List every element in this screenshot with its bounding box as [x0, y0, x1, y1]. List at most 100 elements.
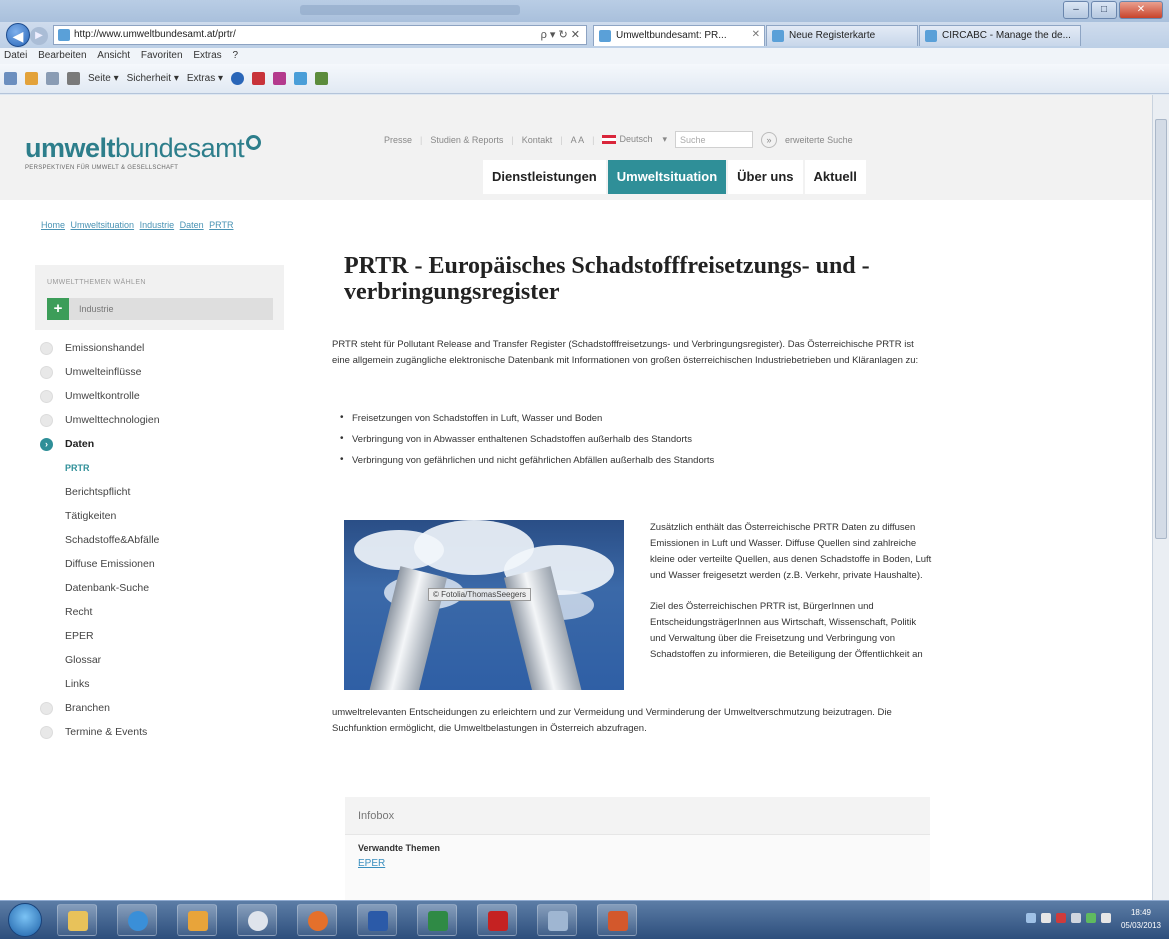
addon-icon[interactable]	[315, 72, 328, 85]
taskbar-security[interactable]	[237, 904, 277, 936]
help-icon[interactable]	[231, 72, 244, 85]
link-studien[interactable]: Studien & Reports	[430, 135, 503, 145]
start-button[interactable]	[8, 903, 42, 937]
sidebar-item-branchen[interactable]: Branchen	[35, 696, 284, 720]
volume-icon[interactable]	[1101, 913, 1111, 923]
subnav-item-taetigkeiten[interactable]: Tätigkeiten	[35, 504, 284, 528]
search-input[interactable]: Suche	[675, 131, 754, 148]
menu-ansicht[interactable]: Ansicht	[93, 48, 134, 63]
taskbar-firefox[interactable]	[297, 904, 337, 936]
address-bar[interactable]: http://www.umweltbundesamt.at/prtr/ ρ ▾ …	[53, 25, 587, 45]
print-icon[interactable]	[67, 72, 80, 85]
taskbar-excel[interactable]	[417, 904, 457, 936]
tab-close-icon[interactable]: ✕	[752, 29, 760, 40]
infobox-title: Infobox	[358, 810, 395, 822]
vertical-scrollbar[interactable]	[1152, 95, 1169, 900]
menu-datei[interactable]: Datei	[0, 48, 31, 63]
advanced-search-link[interactable]: erweiterte Suche	[785, 135, 853, 145]
subnav-item-datenbank-suche[interactable]: Datenbank-Suche	[35, 576, 284, 600]
sidebar-item-daten[interactable]: › Daten	[35, 432, 284, 456]
mail-icon[interactable]	[46, 72, 59, 85]
menu-favoriten[interactable]: Favoriten	[137, 48, 187, 63]
tray-app-icon[interactable]	[1041, 913, 1051, 923]
subnav-item-glossar[interactable]: Glossar	[35, 648, 284, 672]
clock-time: 18:49	[1130, 908, 1152, 917]
notepad-icon	[548, 911, 568, 931]
scrollbar-thumb[interactable]	[1155, 119, 1167, 539]
sidebar-item-label: Daten	[65, 438, 95, 450]
addon-icon[interactable]	[252, 72, 265, 85]
sidebar-item-label: Umwelteinflüsse	[65, 366, 142, 378]
addon-icon[interactable]	[294, 72, 307, 85]
address-controls[interactable]: ρ ▾ ↻ ✕	[541, 28, 580, 41]
nav-ueber-uns[interactable]: Über uns	[728, 160, 803, 194]
nav-umweltsituation[interactable]: Umweltsituation	[607, 160, 727, 194]
internet-explorer-icon	[128, 911, 148, 931]
taskbar-explorer[interactable]	[57, 904, 97, 936]
page-menu[interactable]: Seite ▾	[88, 73, 119, 84]
related-topic-link-eper[interactable]: EPER	[358, 858, 385, 869]
sidebar-item-umwelttechnologien[interactable]: Umwelttechnologien	[35, 408, 284, 432]
sidebar-item-emissionshandel[interactable]: Emissionshandel	[35, 336, 284, 360]
home-icon[interactable]	[4, 72, 17, 85]
sidebar-item-umweltkontrolle[interactable]: Umweltkontrolle	[35, 384, 284, 408]
breadcrumb-daten[interactable]: Daten	[180, 220, 204, 230]
subnav-item-prtr[interactable]: PRTR	[35, 456, 284, 480]
link-kontakt[interactable]: Kontakt	[522, 135, 553, 145]
bullet-circle-icon	[40, 701, 53, 715]
plus-icon[interactable]: +	[47, 298, 69, 320]
addon-icon[interactable]	[273, 72, 286, 85]
taskbar-clock[interactable]: 18:49 05/03/2013	[1117, 906, 1165, 932]
browser-tab[interactable]: Neue Registerkarte	[766, 25, 918, 46]
breadcrumb-home[interactable]: Home	[41, 220, 65, 230]
tray-arrow-icon[interactable]	[1026, 913, 1036, 923]
sidebar-item-termine[interactable]: Termine & Events	[35, 720, 284, 744]
subnav-item-diffuse-emissionen[interactable]: Diffuse Emissionen	[35, 552, 284, 576]
back-button[interactable]: ◀	[6, 23, 30, 47]
tray-app-icon[interactable]	[1056, 913, 1066, 923]
close-button[interactable]: ✕	[1119, 1, 1163, 19]
search-button[interactable]: »	[761, 131, 778, 148]
address-url[interactable]: http://www.umweltbundesamt.at/prtr/	[74, 29, 236, 40]
nav-aktuell[interactable]: Aktuell	[804, 160, 866, 194]
security-menu[interactable]: Sicherheit ▾	[127, 73, 179, 84]
menu-extras[interactable]: Extras	[189, 48, 225, 63]
taskbar-acrobat[interactable]	[477, 904, 517, 936]
network-icon[interactable]	[1071, 913, 1081, 923]
language-select[interactable]: Deutsch ▾	[602, 134, 667, 145]
subnav-item-eper[interactable]: EPER	[35, 624, 284, 648]
feeds-icon[interactable]	[25, 72, 38, 85]
taskbar-internet-explorer[interactable]	[117, 904, 157, 936]
taskbar-word[interactable]	[357, 904, 397, 936]
browser-tab-active[interactable]: Umweltbundesamt: PR... ✕	[593, 25, 765, 46]
menu-help[interactable]: ?	[228, 48, 242, 63]
subnav-item-recht[interactable]: Recht	[35, 600, 284, 624]
taskbar-notepad[interactable]	[537, 904, 577, 936]
subnav-item-berichtspflicht[interactable]: Berichtspflicht	[35, 480, 284, 504]
firefox-icon	[308, 911, 328, 931]
link-presse[interactable]: Presse	[384, 135, 412, 145]
forward-button[interactable]: ▶	[30, 27, 48, 45]
tools-menu[interactable]: Extras ▾	[187, 73, 223, 84]
sidebar-item-label: Emissionshandel	[65, 342, 145, 354]
site-logo[interactable]: umweltbundesamt	[25, 133, 262, 164]
minimize-button[interactable]: –	[1063, 1, 1089, 19]
chimney-shape	[368, 566, 448, 690]
browser-tab[interactable]: CIRCABC - Manage the de...	[919, 25, 1081, 46]
taskbar-powerpoint[interactable]	[597, 904, 637, 936]
maximize-button[interactable]: □	[1091, 1, 1117, 19]
breadcrumb-industrie[interactable]: Industrie	[140, 220, 175, 230]
tray-app-icon[interactable]	[1086, 913, 1096, 923]
breadcrumb-prtr[interactable]: PRTR	[209, 220, 233, 230]
topic-chip[interactable]: + Industrie	[47, 298, 273, 320]
divider: |	[560, 134, 563, 145]
menu-bearbeiten[interactable]: Bearbeiten	[34, 48, 90, 63]
sidebar-item-umwelteinfluesse[interactable]: Umwelteinflüsse	[35, 360, 284, 384]
nav-dienstleistungen[interactable]: Dienstleistungen	[483, 160, 606, 194]
taskbar-outlook[interactable]	[177, 904, 217, 936]
subnav-item-links[interactable]: Links	[35, 672, 284, 696]
font-size-toggle[interactable]: A A	[571, 135, 585, 145]
acrobat-icon	[488, 911, 508, 931]
breadcrumb-umweltsituation[interactable]: Umweltsituation	[71, 220, 135, 230]
subnav-item-schadstoffe[interactable]: Schadstoffe&Abfälle	[35, 528, 284, 552]
